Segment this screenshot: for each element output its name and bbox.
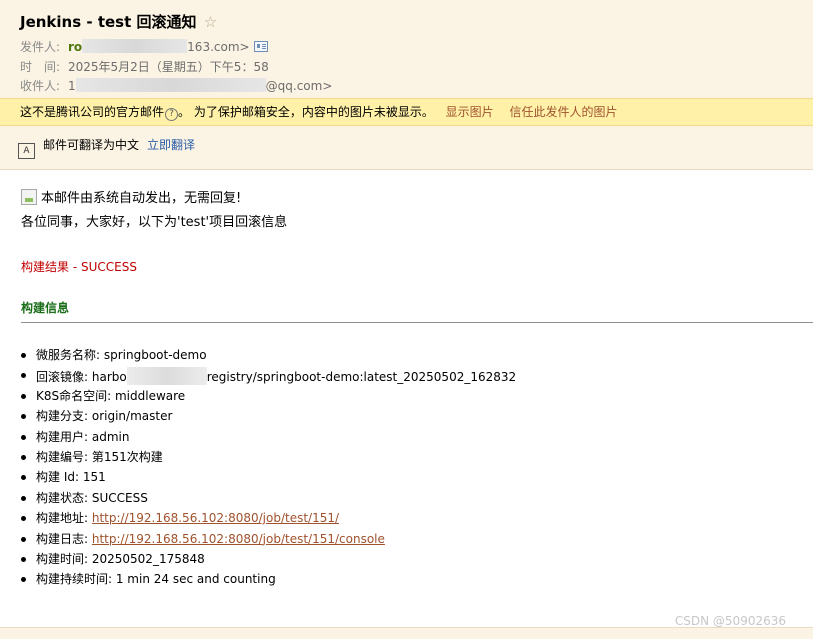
security-warning-bar: 这不是腾讯公司的官方邮件?。 为了保护邮箱安全，内容中的图片未被显示。 显示图片… bbox=[0, 98, 813, 126]
list-item: 构建 Id: 151 bbox=[21, 469, 516, 489]
recipient-domain: @qq.com> bbox=[265, 79, 333, 93]
translate-text: 邮件可翻译为中文 bbox=[43, 138, 140, 152]
item-label: 回滚镜像: bbox=[36, 370, 92, 385]
watermark: CSDN @50902636 bbox=[674, 614, 786, 628]
list-item: 构建时间: 20250502_175848 bbox=[21, 551, 516, 571]
broken-image-icon bbox=[21, 189, 37, 205]
item-label: 构建持续时间: bbox=[36, 572, 116, 587]
item-value: SUCCESS bbox=[91, 490, 148, 505]
time-value: 2025年5月2日（星期五）下午5：58 bbox=[68, 60, 269, 74]
item-value-prefix: harbo bbox=[91, 370, 127, 385]
trust-sender-link[interactable]: 信任此发件人的图片 bbox=[510, 105, 618, 119]
to-label: 收件人: bbox=[20, 79, 61, 93]
mail-body: 本邮件由系统自动发出，无需回复! 各位同事，大家好，以下为'test'项目回滚信… bbox=[0, 171, 813, 627]
item-label: 构建日志: bbox=[36, 531, 92, 546]
show-images-link[interactable]: 显示图片 bbox=[446, 105, 494, 119]
time-label: 时 间: bbox=[20, 60, 61, 74]
item-value: middleware bbox=[114, 388, 186, 403]
sender-name[interactable]: ro bbox=[68, 40, 82, 54]
star-icon[interactable]: ☆ bbox=[204, 13, 217, 31]
translate-now-link[interactable]: 立即翻译 bbox=[147, 138, 195, 152]
item-label: 构建编号: bbox=[36, 449, 92, 464]
to-row: 收件人: 1 @qq.com> bbox=[20, 77, 332, 94]
translate-row: A 邮件可翻译为中文 立即翻译 bbox=[18, 136, 195, 159]
help-icon[interactable]: ? bbox=[165, 108, 179, 121]
divider bbox=[21, 322, 813, 323]
item-value: admin bbox=[91, 429, 130, 444]
item-value: origin/master bbox=[91, 409, 173, 424]
auto-notice: 本邮件由系统自动发出，无需回复! bbox=[21, 187, 241, 206]
warning-text-2: 。 为了保护邮箱安全，内容中的图片未被显示。 bbox=[178, 105, 434, 119]
build-info-title: 构建信息 bbox=[21, 301, 70, 315]
time-row: 时 间: 2025年5月2日（星期五）下午5：58 bbox=[20, 58, 269, 75]
build-url-link[interactable]: http://192.168.56.102:8080/job/test/151/ bbox=[92, 511, 339, 525]
sender-domain: 163.com> bbox=[187, 40, 250, 54]
list-item: 构建地址: http://192.168.56.102:8080/job/tes… bbox=[21, 510, 516, 530]
greeting: 各位同事，大家好，以下为'test'项目回滚信息 bbox=[21, 215, 288, 230]
build-result: 构建结果 - SUCCESS bbox=[21, 260, 137, 274]
list-item: 构建状态: SUCCESS bbox=[21, 490, 516, 510]
item-label: K8S命名空间: bbox=[36, 388, 115, 403]
list-item: 构建用户: admin bbox=[21, 429, 516, 449]
list-item: 回滚镜像: harbo registry/springboot-demo:late… bbox=[21, 367, 516, 387]
list-item: 构建分支: origin/master bbox=[21, 408, 516, 428]
mail-subject: Jenkins - test 回滚通知 ☆ bbox=[20, 11, 217, 32]
mail-header: Jenkins - test 回滚通知 ☆ 发件人: ro 163.com> 时 间… bbox=[0, 0, 813, 170]
item-value: springboot-demo bbox=[103, 348, 207, 362]
item-value: 20250502_175848 bbox=[91, 551, 205, 566]
list-item: K8S命名空间: middleware bbox=[21, 388, 516, 408]
item-label: 构建状态: bbox=[36, 490, 92, 505]
item-label: 构建地址: bbox=[36, 511, 92, 526]
list-item: 微服务名称: springboot-demo bbox=[21, 347, 516, 367]
from-label: 发件人: bbox=[20, 40, 61, 54]
redacted-recipient bbox=[75, 78, 266, 92]
item-label: 构建用户: bbox=[36, 429, 92, 444]
build-log-link[interactable]: http://192.168.56.102:8080/job/test/151/… bbox=[92, 532, 385, 546]
build-info-list: 微服务名称: springboot-demo 回滚镜像: harbo regist… bbox=[21, 347, 516, 592]
item-label: 微服务名称: bbox=[36, 348, 104, 362]
item-value: 1 min 24 sec and counting bbox=[115, 572, 276, 587]
from-row: 发件人: ro 163.com> bbox=[20, 38, 268, 55]
to-prefix[interactable]: 1 bbox=[68, 79, 76, 93]
notice-text: 本邮件由系统自动发出，无需回复! bbox=[41, 191, 242, 206]
list-item: 构建日志: http://192.168.56.102:8080/job/tes… bbox=[21, 531, 516, 551]
item-label: 构建 Id: bbox=[36, 470, 83, 485]
translate-icon: A bbox=[18, 143, 35, 159]
contact-card-icon[interactable] bbox=[253, 41, 268, 52]
redacted-registry bbox=[126, 367, 207, 386]
list-item: 构建持续时间: 1 min 24 sec and counting bbox=[21, 571, 516, 591]
subject-text: Jenkins - test 回滚通知 bbox=[20, 13, 197, 31]
item-label: 构建分支: bbox=[36, 409, 92, 424]
item-value: 151 bbox=[82, 470, 106, 485]
warning-text: 这不是腾讯公司的官方邮件 bbox=[20, 105, 165, 119]
footer-bar bbox=[0, 627, 813, 639]
item-value: 第151次构建 bbox=[91, 449, 163, 464]
redacted-sender bbox=[82, 39, 188, 53]
item-value-suffix: registry/springboot-demo:latest_20250502… bbox=[206, 370, 517, 385]
item-label: 构建时间: bbox=[36, 551, 92, 566]
list-item: 构建编号: 第151次构建 bbox=[21, 449, 516, 469]
